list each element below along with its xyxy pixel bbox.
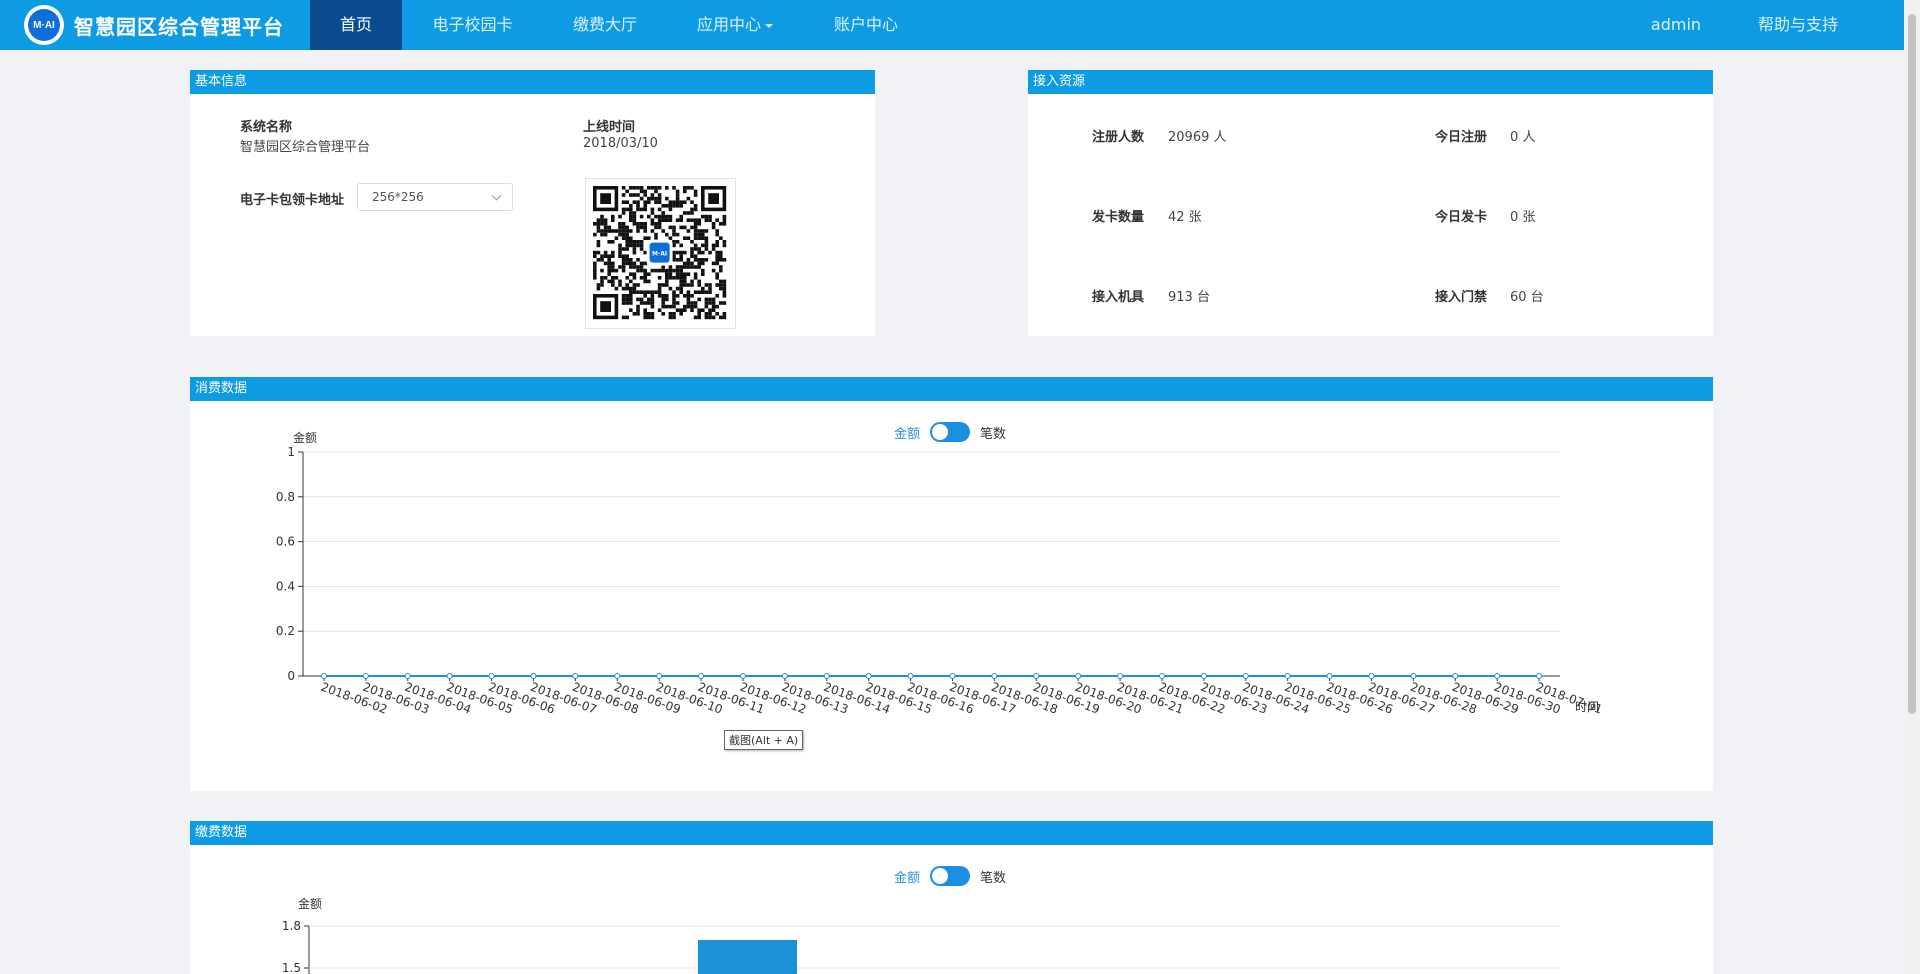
data-point[interactable] bbox=[1158, 673, 1165, 679]
nav-help[interactable]: 帮助与支持 bbox=[1742, 0, 1854, 50]
data-point[interactable] bbox=[362, 673, 369, 679]
qr-logo-text: M·AI bbox=[652, 251, 667, 258]
online-time-value: 2018/03/10 bbox=[583, 136, 658, 151]
stat-gates-label: 接入门禁 bbox=[1435, 290, 1488, 305]
data-point[interactable] bbox=[1326, 673, 1333, 679]
data-point[interactable] bbox=[907, 673, 914, 679]
nav-payment-hall[interactable]: 缴费大厅 bbox=[550, 0, 660, 50]
y-tick-label: 0.8 bbox=[276, 490, 295, 504]
data-point[interactable] bbox=[320, 673, 327, 679]
data-point[interactable] bbox=[781, 673, 788, 679]
data-point[interactable] bbox=[614, 673, 621, 679]
y-tick-label: 1.5 bbox=[282, 961, 301, 974]
card-size-select[interactable]: 256*256 bbox=[357, 183, 513, 211]
stat-today-cards-value: 0 张 bbox=[1510, 210, 1536, 225]
data-point[interactable] bbox=[404, 673, 411, 679]
scrollbar-thumb[interactable] bbox=[1908, 14, 1916, 714]
data-point[interactable] bbox=[1410, 673, 1417, 679]
basic-info-title: 基本信息 bbox=[190, 70, 875, 94]
data-point[interactable] bbox=[1452, 673, 1459, 679]
access-resources-panel: 接入资源 注册人数 20969 人 今日注册 0 人 发卡数量 42 张 今日发… bbox=[1028, 70, 1713, 336]
screenshot-tooltip: 截图(Alt + A) bbox=[724, 730, 804, 750]
consumption-title: 消费数据 bbox=[190, 377, 1713, 401]
brand-logo: M·AI bbox=[24, 5, 64, 45]
data-point[interactable] bbox=[991, 673, 998, 679]
stat-cards-value: 42 张 bbox=[1168, 210, 1202, 225]
data-point[interactable] bbox=[1494, 673, 1501, 679]
data-point[interactable] bbox=[1368, 673, 1375, 679]
data-point[interactable] bbox=[446, 673, 453, 679]
basic-info-panel: 基本信息 系统名称 智慧园区综合管理平台 上线时间 2018/03/10 电子卡… bbox=[190, 70, 875, 336]
y-tick-label: 0.2 bbox=[276, 624, 295, 638]
chevron-down-icon bbox=[491, 190, 502, 201]
payment-title: 缴费数据 bbox=[190, 821, 1713, 845]
stat-today-cards-label: 今日发卡 bbox=[1435, 210, 1488, 225]
stat-registered-value: 20969 人 bbox=[1168, 130, 1227, 145]
y-axis-label: 金额 bbox=[298, 896, 322, 911]
consumption-panel: 消费数据 金额 笔数 0 0.2 0.4 0.6 0.8 1 2018-06-02 2018… bbox=[190, 377, 1713, 791]
series-line bbox=[320, 673, 1543, 679]
bar[interactable] bbox=[698, 940, 797, 974]
payment-chart: 金额 1.5 1.8 bbox=[282, 896, 1560, 974]
stat-devices-label: 接入机具 bbox=[1092, 290, 1145, 305]
nav-account-center[interactable]: 账户中心 bbox=[810, 0, 922, 50]
data-point[interactable] bbox=[1536, 673, 1543, 679]
data-point[interactable] bbox=[530, 673, 537, 679]
data-point[interactable] bbox=[572, 673, 579, 679]
chart-grid bbox=[303, 451, 1560, 677]
access-resources-title: 接入资源 bbox=[1028, 70, 1713, 94]
stat-today-registered-value: 0 人 bbox=[1510, 130, 1536, 145]
stat-devices-value: 913 台 bbox=[1168, 290, 1210, 305]
data-point[interactable] bbox=[1242, 673, 1249, 679]
stat-registered-label: 注册人数 bbox=[1092, 130, 1145, 145]
stat-cards-label: 发卡数量 bbox=[1092, 210, 1145, 225]
data-point[interactable] bbox=[823, 673, 830, 679]
scrollbar[interactable] bbox=[1904, 0, 1920, 974]
y-axis: 1.5 1.8 bbox=[282, 919, 1560, 974]
y-tick-label: 1.8 bbox=[282, 919, 301, 933]
brand[interactable]: M·AI 智慧园区综合管理平台 bbox=[24, 5, 284, 45]
nav-e-campus-card[interactable]: 电子校园卡 bbox=[410, 0, 535, 50]
nav-app-center[interactable]: 应用中心 bbox=[680, 0, 790, 50]
bar-series bbox=[698, 940, 797, 974]
y-axis-ticks: 0 0.2 0.4 0.6 0.8 1 bbox=[276, 445, 304, 683]
data-point[interactable] bbox=[1117, 673, 1124, 679]
data-point[interactable] bbox=[656, 673, 663, 679]
data-point[interactable] bbox=[698, 673, 705, 679]
y-tick-label: 0.6 bbox=[276, 535, 295, 549]
data-point[interactable] bbox=[1284, 673, 1291, 679]
data-point[interactable] bbox=[488, 673, 495, 679]
chevron-down-icon bbox=[765, 23, 773, 28]
x-axis-ticks: 2018-06-022018-06-032018-06-042018-06-05… bbox=[303, 675, 1604, 717]
nav-user[interactable]: admin bbox=[1640, 0, 1712, 50]
data-point[interactable] bbox=[949, 673, 956, 679]
qr-code: M·AI bbox=[585, 178, 736, 329]
x-axis-label: 时间 bbox=[1575, 700, 1599, 714]
data-point[interactable] bbox=[1075, 673, 1082, 679]
data-point[interactable] bbox=[739, 673, 746, 679]
data-point[interactable] bbox=[865, 673, 872, 679]
y-axis-label: 金额 bbox=[293, 430, 317, 445]
brand-logo-mark: M·AI bbox=[28, 9, 60, 41]
y-tick-label: 1 bbox=[287, 445, 295, 459]
qr-modules: M·AI bbox=[593, 186, 727, 320]
stat-today-registered-label: 今日注册 bbox=[1435, 130, 1488, 145]
system-name-label: 系统名称 bbox=[240, 120, 293, 135]
y-tick-label: 0.4 bbox=[276, 579, 295, 593]
online-time-label: 上线时间 bbox=[583, 120, 636, 135]
nav-app-center-label: 应用中心 bbox=[696, 15, 761, 34]
consumption-chart: 0 0.2 0.4 0.6 0.8 1 2018-06-022018-06-032018-… bbox=[276, 430, 1604, 717]
card-size-value: 256*256 bbox=[372, 190, 424, 204]
data-point[interactable] bbox=[1033, 673, 1040, 679]
brand-title: 智慧园区综合管理平台 bbox=[74, 14, 284, 39]
nav-home[interactable]: 首页 bbox=[310, 0, 402, 50]
card-address-label: 电子卡包领卡地址 bbox=[240, 193, 345, 208]
system-name-value: 智慧园区综合管理平台 bbox=[240, 140, 371, 155]
stat-gates-value: 60 台 bbox=[1510, 290, 1544, 305]
top-nav: M·AI 智慧园区综合管理平台 首页 电子校园卡 缴费大厅 应用中心 账户中心 … bbox=[0, 0, 1904, 50]
payment-panel: 缴费数据 金额 笔数 金额 1.5 1.8 bbox=[190, 821, 1713, 974]
data-point[interactable] bbox=[1200, 673, 1207, 679]
y-tick-label: 0 bbox=[287, 669, 295, 683]
qr-code-image: M·AI bbox=[593, 186, 727, 320]
